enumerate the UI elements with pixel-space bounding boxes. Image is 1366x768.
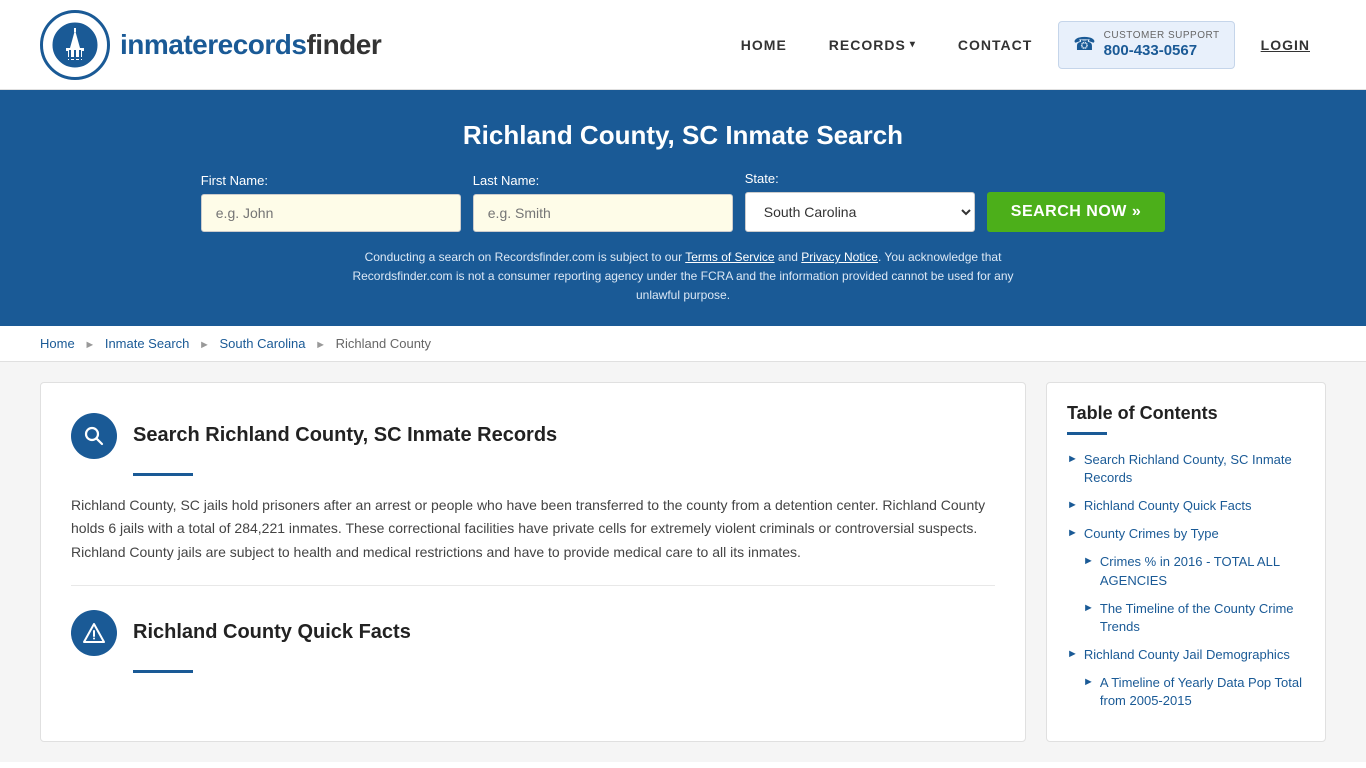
chevron-right-icon: ►	[1067, 453, 1078, 465]
first-name-group: First Name:	[201, 173, 461, 232]
state-label: State:	[745, 171, 779, 186]
state-select[interactable]: South Carolina	[745, 192, 975, 232]
first-name-label: First Name:	[201, 173, 268, 188]
toc-divider	[1067, 432, 1107, 435]
toc-link[interactable]: County Crimes by Type	[1084, 525, 1219, 543]
breadcrumb-sep-3: ►	[315, 339, 326, 351]
info-section-icon	[71, 610, 117, 656]
toc-link[interactable]: Crimes % in 2016 - TOTAL ALL AGENCIES	[1100, 553, 1305, 589]
toc-item[interactable]: ► Richland County Jail Demographics	[1067, 646, 1305, 664]
logo-icon	[40, 10, 110, 80]
section2-title: Richland County Quick Facts	[133, 621, 411, 644]
breadcrumb-richland-county: Richland County	[336, 336, 431, 351]
toc-item[interactable]: ► Richland County Quick Facts	[1067, 497, 1305, 515]
main-container: Search Richland County, SC Inmate Record…	[0, 362, 1366, 762]
toc-item[interactable]: ► The Timeline of the County Crime Trend…	[1083, 600, 1305, 636]
nav-records[interactable]: RECORDS ▾	[813, 29, 932, 61]
toc-title: Table of Contents	[1067, 403, 1305, 424]
search-button[interactable]: SEARCH NOW »	[987, 192, 1165, 232]
chevron-right-icon: ►	[1067, 499, 1078, 511]
section2: Richland County Quick Facts	[71, 585, 995, 673]
nav-home[interactable]: HOME	[725, 29, 803, 61]
toc-link[interactable]: Richland County Quick Facts	[1084, 497, 1252, 515]
toc-link[interactable]: A Timeline of Yearly Data Pop Total from…	[1100, 674, 1305, 710]
support-number: 800-433-0567	[1104, 42, 1220, 60]
toc-item[interactable]: ► County Crimes by Type	[1067, 525, 1305, 543]
nav-contact[interactable]: CONTACT	[942, 29, 1048, 61]
search-section-icon	[71, 413, 117, 459]
logo-area: inmaterecordsfinder	[40, 10, 381, 80]
sidebar: Table of Contents ► Search Richland Coun…	[1046, 382, 1326, 742]
breadcrumb-sep-1: ►	[84, 339, 95, 351]
disclaimer-text: Conducting a search on Recordsfinder.com…	[333, 248, 1033, 306]
toc-item[interactable]: ► A Timeline of Yearly Data Pop Total fr…	[1083, 674, 1305, 710]
state-group: State: South Carolina	[745, 171, 975, 232]
toc-item[interactable]: ► Search Richland County, SC Inmate Reco…	[1067, 451, 1305, 487]
phone-icon: ☎	[1073, 34, 1095, 55]
customer-support-button[interactable]: ☎ CUSTOMER SUPPORT 800-433-0567	[1058, 21, 1234, 69]
section2-divider	[133, 670, 193, 673]
search-hero: Richland County, SC Inmate Search First …	[0, 90, 1366, 326]
toc-link[interactable]: Richland County Jail Demographics	[1084, 646, 1290, 664]
last-name-input[interactable]	[473, 194, 733, 232]
main-nav: HOME RECORDS ▾ CONTACT ☎ CUSTOMER SUPPOR…	[725, 21, 1326, 69]
last-name-label: Last Name:	[473, 173, 539, 188]
terms-link[interactable]: Terms of Service	[685, 250, 774, 264]
section1-text: Richland County, SC jails hold prisoners…	[71, 494, 995, 565]
breadcrumb-home[interactable]: Home	[40, 336, 75, 351]
content-area: Search Richland County, SC Inmate Record…	[40, 382, 1026, 742]
toc-list: ► Search Richland County, SC Inmate Reco…	[1067, 451, 1305, 711]
chevron-right-icon: ►	[1083, 602, 1094, 614]
chevron-right-icon: ►	[1067, 648, 1078, 660]
breadcrumb-inmate-search[interactable]: Inmate Search	[105, 336, 190, 351]
nav-login[interactable]: LOGIN	[1245, 29, 1326, 61]
first-name-input[interactable]	[201, 194, 461, 232]
section2-header: Richland County Quick Facts	[71, 610, 995, 656]
section1-header: Search Richland County, SC Inmate Record…	[71, 413, 995, 459]
toc-link[interactable]: Search Richland County, SC Inmate Record…	[1084, 451, 1305, 487]
logo-text: inmaterecordsfinder	[120, 29, 381, 61]
site-header: inmaterecordsfinder HOME RECORDS ▾ CONTA…	[0, 0, 1366, 90]
toc-link[interactable]: The Timeline of the County Crime Trends	[1100, 600, 1305, 636]
toc-item[interactable]: ► Crimes % in 2016 - TOTAL ALL AGENCIES	[1083, 553, 1305, 589]
last-name-group: Last Name:	[473, 173, 733, 232]
section1-divider	[133, 473, 193, 476]
chevron-right-icon: ►	[1083, 555, 1094, 567]
search-form: First Name: Last Name: State: South Caro…	[40, 171, 1326, 232]
section1-title: Search Richland County, SC Inmate Record…	[133, 424, 557, 447]
breadcrumb-south-carolina[interactable]: South Carolina	[220, 336, 306, 351]
chevron-right-icon: ►	[1067, 527, 1078, 539]
support-label: CUSTOMER SUPPORT	[1104, 30, 1220, 42]
chevron-right-icon: ►	[1083, 676, 1094, 688]
chevron-down-icon: ▾	[910, 39, 916, 50]
privacy-link[interactable]: Privacy Notice	[801, 250, 878, 264]
page-title: Richland County, SC Inmate Search	[40, 120, 1326, 151]
breadcrumb-sep-2: ►	[199, 339, 210, 351]
breadcrumb: Home ► Inmate Search ► South Carolina ► …	[0, 326, 1366, 362]
